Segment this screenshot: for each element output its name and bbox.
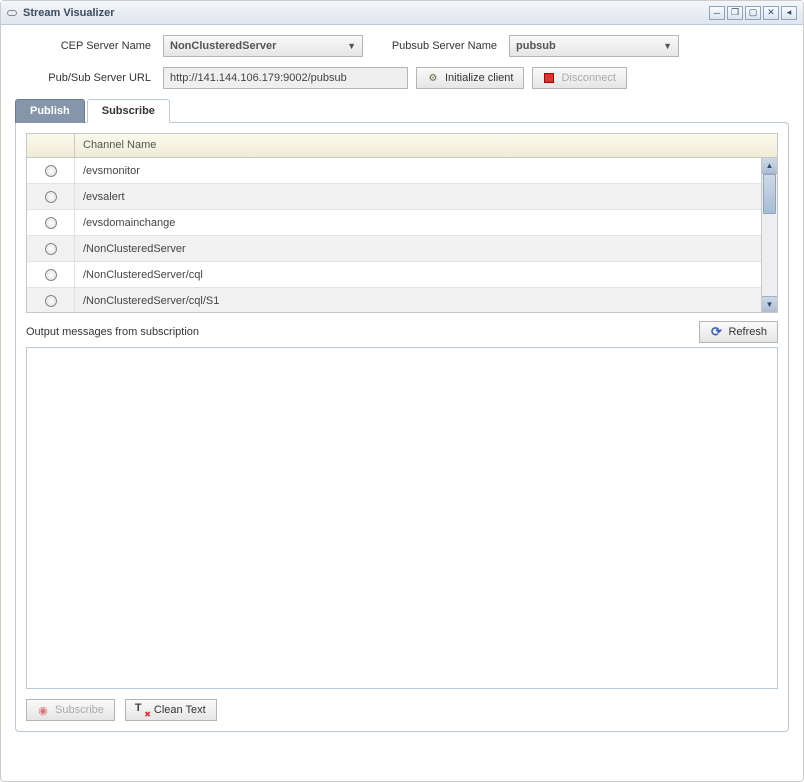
scroll-track[interactable] xyxy=(762,174,777,296)
disconnect-button: Disconnect xyxy=(532,67,626,89)
tab-publish-label: Publish xyxy=(30,105,70,117)
clean-text-button[interactable]: Clean Text xyxy=(125,699,217,721)
content-area: CEP Server Name NonClusteredServer ▼ Pub… xyxy=(1,25,803,742)
channel-cell: /evsalert xyxy=(75,191,777,203)
window-icon xyxy=(7,10,17,16)
window-title: Stream Visualizer xyxy=(23,7,709,19)
close-button[interactable]: ✕ xyxy=(763,6,779,20)
tab-subscribe[interactable]: Subscribe xyxy=(87,99,170,123)
server-row: CEP Server Name NonClusteredServer ▼ Pub… xyxy=(15,35,789,57)
pubsub-server-value: pubsub xyxy=(516,40,556,52)
grid-body: /evsmonitor /evsalert /evsdomainchange /… xyxy=(27,158,777,312)
refresh-icon: ⟳ xyxy=(710,326,722,338)
refresh-label: Refresh xyxy=(728,326,767,338)
collapse-button[interactable]: ◂ xyxy=(781,6,797,20)
radio-icon xyxy=(45,243,57,255)
restore-button[interactable]: ❐ xyxy=(727,6,743,20)
minimize-button[interactable]: ─ xyxy=(709,6,725,20)
table-row[interactable]: /evsmonitor xyxy=(27,158,777,184)
output-textarea[interactable] xyxy=(26,347,778,689)
channel-grid: Channel Name /evsmonitor /evsalert /evsd… xyxy=(26,133,778,313)
radio-cell[interactable] xyxy=(27,210,75,235)
scroll-down-button[interactable]: ▼ xyxy=(762,296,777,312)
radio-icon xyxy=(45,269,57,281)
scroll-thumb[interactable] xyxy=(763,174,776,214)
header-radio-col xyxy=(27,134,75,157)
subscribe-panel: Channel Name /evsmonitor /evsalert /evsd… xyxy=(15,122,789,732)
channel-cell: /NonClusteredServer/cql xyxy=(75,269,777,281)
output-label: Output messages from subscription xyxy=(26,326,699,338)
url-value: http://141.144.106.179:9002/pubsub xyxy=(170,72,347,84)
radio-icon xyxy=(45,165,57,177)
table-row[interactable]: /NonClusteredServer xyxy=(27,236,777,262)
chevron-down-icon: ▼ xyxy=(663,41,672,51)
maximize-button[interactable]: ▢ xyxy=(745,6,761,20)
channel-cell: /NonClusteredServer/cql/S1 xyxy=(75,295,777,307)
bottom-buttons: ◉ Subscribe Clean Text xyxy=(26,699,778,721)
channel-cell: /NonClusteredServer xyxy=(75,243,777,255)
titlebar: Stream Visualizer ─ ❐ ▢ ✕ ◂ xyxy=(1,1,803,25)
vertical-scrollbar[interactable]: ▲ ▼ xyxy=(761,158,777,312)
subscribe-button: ◉ Subscribe xyxy=(26,699,115,721)
output-header-row: Output messages from subscription ⟳ Refr… xyxy=(26,321,778,343)
subscribe-icon: ◉ xyxy=(37,704,49,716)
url-row: Pub/Sub Server URL http://141.144.106.17… xyxy=(15,67,789,89)
radio-icon xyxy=(45,191,57,203)
radio-cell[interactable] xyxy=(27,288,75,312)
chevron-down-icon: ▼ xyxy=(347,41,356,51)
grid-header: Channel Name xyxy=(27,134,777,158)
channel-cell: /evsdomainchange xyxy=(75,217,777,229)
header-channel-name: Channel Name xyxy=(75,134,777,157)
table-row[interactable]: /evsdomainchange xyxy=(27,210,777,236)
window-buttons: ─ ❐ ▢ ✕ ◂ xyxy=(709,6,797,20)
tabs: Publish Subscribe xyxy=(15,99,789,123)
radio-cell[interactable] xyxy=(27,158,75,183)
refresh-button[interactable]: ⟳ Refresh xyxy=(699,321,778,343)
radio-icon xyxy=(45,217,57,229)
initialize-label: Initialize client xyxy=(445,72,513,84)
cep-label: CEP Server Name xyxy=(15,40,155,52)
clean-text-icon xyxy=(136,704,148,716)
initialize-client-button[interactable]: ⚙ Initialize client xyxy=(416,67,524,89)
pubsub-server-select[interactable]: pubsub ▼ xyxy=(509,35,679,57)
radio-cell[interactable] xyxy=(27,184,75,209)
table-row[interactable]: /NonClusteredServer/cql/S1 xyxy=(27,288,777,312)
table-row[interactable]: /evsalert xyxy=(27,184,777,210)
clean-text-label: Clean Text xyxy=(154,704,206,716)
scroll-up-button[interactable]: ▲ xyxy=(762,158,777,174)
disconnect-label: Disconnect xyxy=(561,72,615,84)
cep-server-value: NonClusteredServer xyxy=(170,40,276,52)
stop-icon xyxy=(543,72,555,84)
cep-server-select[interactable]: NonClusteredServer ▼ xyxy=(163,35,363,57)
tab-publish[interactable]: Publish xyxy=(15,99,85,123)
table-row[interactable]: /NonClusteredServer/cql xyxy=(27,262,777,288)
url-label: Pub/Sub Server URL xyxy=(15,72,155,84)
url-input[interactable]: http://141.144.106.179:9002/pubsub xyxy=(163,67,408,89)
channel-cell: /evsmonitor xyxy=(75,165,777,177)
tab-subscribe-label: Subscribe xyxy=(102,105,155,117)
radio-cell[interactable] xyxy=(27,236,75,261)
radio-cell[interactable] xyxy=(27,262,75,287)
radio-icon xyxy=(45,295,57,307)
pubsub-label: Pubsub Server Name xyxy=(371,40,501,52)
initialize-icon: ⚙ xyxy=(427,72,439,84)
subscribe-label: Subscribe xyxy=(55,704,104,716)
